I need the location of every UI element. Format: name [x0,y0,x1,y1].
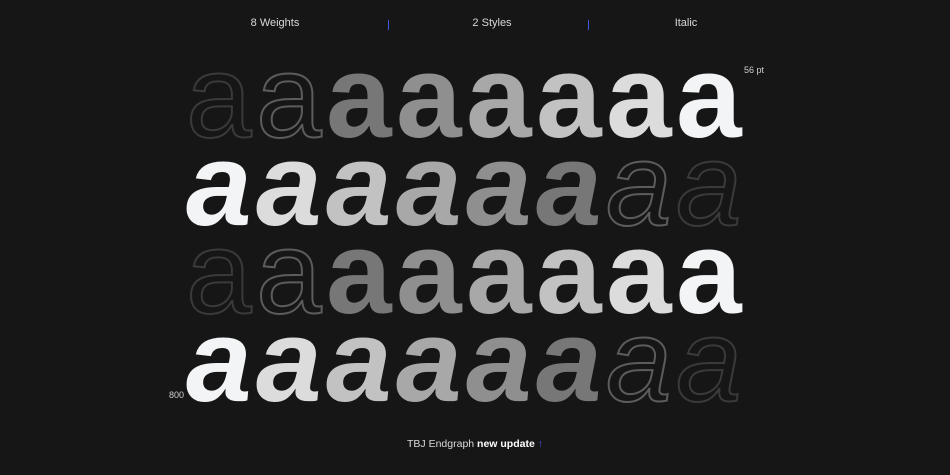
font-name: TBJ Endgraph [407,438,475,450]
glyph-a: a [605,295,673,427]
glyph-a: a [466,295,532,427]
glyph-specimen: aaaaaaaaaaaaaaaaaaaaaaaaaaaaaaaa [0,0,950,475]
glyph-a: a [326,295,392,427]
glyph-a: a [536,295,602,427]
size-label: 56 pt [744,65,765,75]
update-highlight: new update [477,438,535,450]
glyph-a: a [256,295,322,427]
weight-label: 800 [169,390,185,400]
glyph-a: a [186,295,252,427]
glyph-a: a [675,295,743,427]
arrow-up-icon: ↑ [537,438,543,450]
footer-caption: TBJ Endgraph new update ↑ [0,438,950,450]
glyph-row: aaaaaaaa [0,295,950,427]
glyph-a: a [396,295,462,427]
